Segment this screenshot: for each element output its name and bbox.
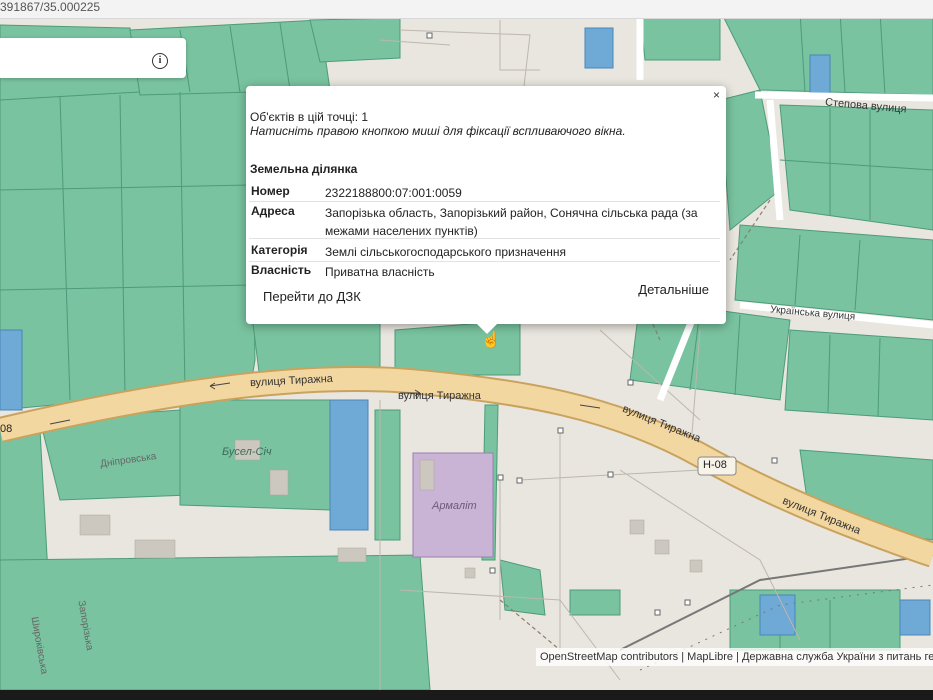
row-key: Номер <box>251 184 290 198</box>
popup-hint: Натисніть правою кнопкою миші для фіксац… <box>250 124 626 138</box>
cursor-hand-icon: ☝ <box>481 332 501 349</box>
row-key: Категорія <box>251 243 308 257</box>
parcel-popup: × Об'єктів в цій точці: 1 Натисніть прав… <box>246 86 726 324</box>
details-link[interactable]: Детальніше <box>638 282 709 297</box>
map-label-armalit: Армаліт <box>432 500 477 512</box>
goto-dzk-link[interactable]: Перейти до ДЗК <box>263 289 361 304</box>
row-key: Власність <box>251 263 312 277</box>
row-number: Номер 2322188800:07:001:0059 <box>249 182 720 202</box>
objects-count: Об'єктів в цій точці: 1 <box>250 110 369 124</box>
map-label-road-partial: 08 <box>0 423 13 435</box>
row-value[interactable]: 2322188800:07:001:0059 <box>325 184 715 202</box>
row-category: Категорія Землі сільськогосподарського п… <box>249 241 720 262</box>
map-attribution[interactable]: OpenStreetMap contributors | MapLibre | … <box>536 648 933 666</box>
section-title: Земельна ділянка <box>250 162 358 176</box>
row-value: Запорізька область, Запорізький район, С… <box>325 206 698 238</box>
row-address: Адреса Запорізька область, Запорізький р… <box>249 202 720 239</box>
row-key: Адреса <box>251 204 295 218</box>
info-button[interactable]: i <box>150 48 170 69</box>
taskbar <box>0 690 933 700</box>
map-label-buse-sich: Бусел-Січ <box>222 446 272 458</box>
close-icon[interactable]: × <box>713 88 720 102</box>
map-label-road-h08: Н-08 <box>703 459 727 471</box>
map-label-street-tyrazhna-2: вулиця Тиражна <box>398 390 481 402</box>
row-ownership: Власність Приватна власність <box>249 261 720 281</box>
search-panel[interactable]: i <box>0 38 186 78</box>
row-value: Приватна власність <box>325 265 435 279</box>
info-icon: i <box>152 53 168 69</box>
url-text: 391867/35.000225 <box>0 0 101 14</box>
browser-url-bar[interactable]: 391867/35.000225 <box>0 0 933 19</box>
row-value: Землі сільськогосподарського призначення <box>325 245 566 259</box>
